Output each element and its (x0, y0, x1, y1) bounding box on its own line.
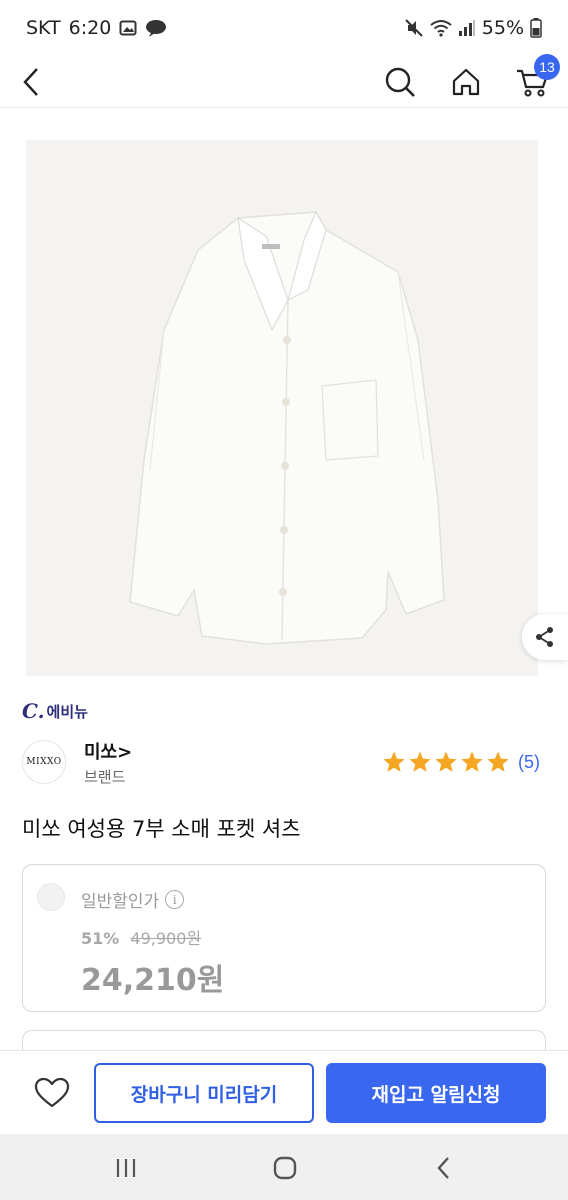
cart-button[interactable]: 13 (510, 54, 560, 104)
signal-icon (458, 19, 476, 37)
system-home-button[interactable] (265, 1148, 305, 1188)
cart-count-badge: 13 (534, 54, 560, 80)
status-bar: SKT 6:20 55% (0, 0, 568, 56)
brand-avatar[interactable]: MIXXO (22, 740, 66, 784)
battery-icon (530, 18, 542, 38)
star-icon (409, 751, 431, 772)
search-button[interactable] (378, 60, 422, 104)
product-title: 미쏘 여성용 7부 소매 포켓 셔츠 (22, 817, 301, 841)
battery-percent: 55% (481, 17, 524, 39)
discount-row: 51% 49,900원 (81, 925, 201, 949)
carrier-label: SKT (26, 17, 61, 39)
system-navigation-bar (0, 1134, 568, 1200)
search-icon (385, 67, 415, 97)
recent-apps-icon (116, 1159, 136, 1177)
system-back-button[interactable] (424, 1148, 464, 1188)
price-option-radio[interactable] (37, 883, 65, 911)
add-to-cart-button[interactable]: 장바구니 미리담기 (94, 1063, 314, 1123)
price-card[interactable]: 일반할인가 i 51% 49,900원 24,210원 (22, 864, 546, 1012)
star-icon (461, 751, 483, 772)
brand-name-link[interactable]: 미쏘> (84, 738, 132, 764)
price-label: 일반할인가 (81, 892, 160, 912)
clock: 6:20 (68, 17, 112, 39)
rating[interactable]: (5) (382, 750, 540, 774)
final-price: 24,210원 (81, 963, 225, 998)
product-image[interactable] (26, 140, 538, 676)
discount-rate: 51% (81, 929, 120, 948)
wifi-icon (430, 19, 452, 37)
white-shirt-image (26, 140, 538, 676)
restock-alert-button[interactable]: 재입고 알림신청 (326, 1063, 546, 1123)
star-icon (435, 751, 457, 772)
share-button[interactable] (522, 614, 568, 660)
home-button[interactable] (444, 60, 488, 104)
gallery-notification-icon (119, 19, 137, 37)
brand-subtitle: 브랜드 (84, 768, 126, 786)
info-icon[interactable]: i (165, 890, 185, 909)
seller-logo[interactable]: C. 에비뉴 (22, 698, 88, 724)
system-home-icon (273, 1156, 297, 1180)
share-icon (536, 627, 553, 647)
back-button[interactable] (10, 60, 54, 104)
seller-logo-letter: C. (22, 699, 45, 723)
review-count: (5) (518, 751, 540, 772)
bottom-action-bar: 장바구니 미리담기 재입고 알림신청 (0, 1050, 568, 1134)
top-navigation: 13 (0, 54, 568, 108)
original-price: 49,900원 (130, 929, 202, 948)
price-label-row: 일반할인가 i (81, 887, 185, 912)
back-arrow-icon (23, 68, 38, 96)
chat-notification-icon (145, 19, 167, 37)
recent-apps-button[interactable] (106, 1148, 146, 1188)
seller-logo-text: 에비뉴 (46, 702, 88, 721)
star-icon (383, 751, 405, 772)
mute-icon (404, 18, 424, 38)
wishlist-button[interactable] (30, 1071, 74, 1115)
brand-row: MIXXO 미쏘> 브랜드 (5) (22, 738, 546, 790)
heart-icon (34, 1077, 70, 1108)
system-back-icon (437, 1157, 449, 1179)
star-icon (487, 751, 509, 772)
home-icon (452, 68, 480, 96)
